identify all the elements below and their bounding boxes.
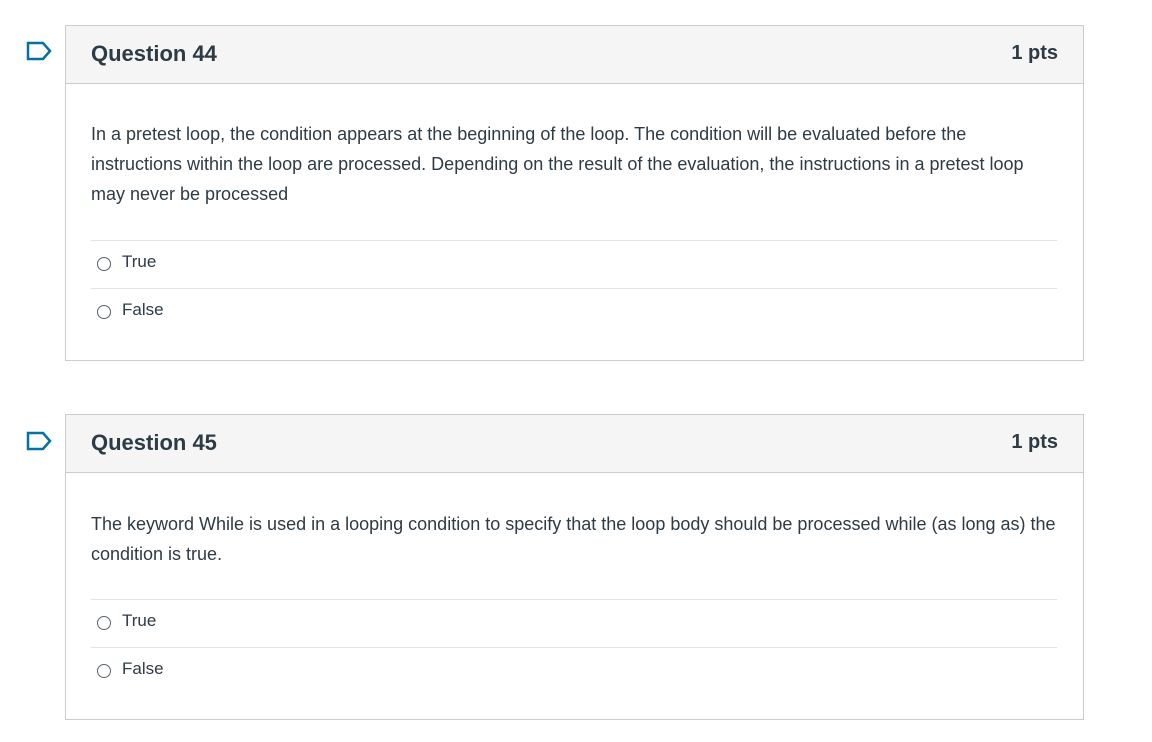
question-title: Question 44 [91, 41, 217, 66]
question-card: Question 44 1 pts In a pretest loop, the… [65, 25, 1084, 361]
answer-option-true[interactable]: True [91, 240, 1057, 288]
question-points: 1 pts [1011, 431, 1058, 453]
question-header: Question 44 1 pts [66, 26, 1083, 84]
flag-question-icon[interactable] [26, 431, 54, 451]
radio-button[interactable] [97, 616, 111, 630]
question-points: 1 pts [1011, 42, 1058, 64]
answer-label[interactable]: True [122, 611, 156, 631]
radio-button[interactable] [97, 305, 111, 319]
question-header: Question 45 1 pts [66, 415, 1083, 473]
answer-option-false[interactable]: False [91, 288, 1057, 336]
answer-list: True False [91, 599, 1057, 695]
question-text: The keyword While is used in a looping c… [91, 514, 1056, 564]
radio-button[interactable] [97, 257, 111, 271]
question-card: Question 45 1 pts The keyword While is u… [65, 414, 1084, 720]
answer-list: True False [91, 240, 1057, 336]
answer-label[interactable]: True [122, 252, 156, 272]
flag-question-icon[interactable] [26, 41, 54, 61]
answer-option-false[interactable]: False [91, 647, 1057, 695]
radio-button[interactable] [97, 664, 111, 678]
question-title: Question 45 [91, 430, 217, 455]
answer-label[interactable]: False [122, 300, 164, 320]
question-text: In a pretest loop, the condition appears… [91, 124, 1024, 204]
answer-option-true[interactable]: True [91, 599, 1057, 647]
answer-label[interactable]: False [122, 659, 164, 679]
